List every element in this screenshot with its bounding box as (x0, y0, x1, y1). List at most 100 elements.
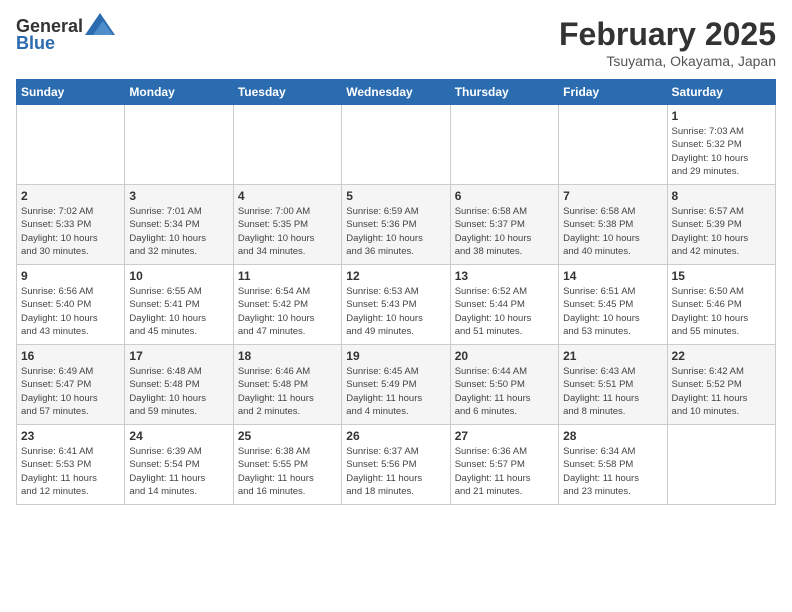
day-info: Sunrise: 6:55 AM Sunset: 5:41 PM Dayligh… (129, 285, 228, 338)
day-info: Sunrise: 6:58 AM Sunset: 5:38 PM Dayligh… (563, 205, 662, 258)
day-number: 25 (238, 429, 337, 443)
calendar-cell: 18 Sunrise: 6:46 AM Sunset: 5:48 PM Dayli… (233, 345, 341, 425)
day-number: 12 (346, 269, 445, 283)
calendar-cell: 1Sunrise: 7:03 AM Sunset: 5:32 PM Daylig… (667, 105, 775, 185)
calendar-cell: 6 Sunrise: 6:58 AM Sunset: 5:37 PM Daylig… (450, 185, 558, 265)
day-number: 8 (672, 189, 771, 203)
calendar-cell (17, 105, 125, 185)
day-number: 19 (346, 349, 445, 363)
calendar-cell: 24 Sunrise: 6:39 AM Sunset: 5:54 PM Dayli… (125, 425, 233, 505)
calendar-cell: 23 Sunrise: 6:41 AM Sunset: 5:53 PM Dayli… (17, 425, 125, 505)
day-number: 21 (563, 349, 662, 363)
day-info: Sunrise: 6:46 AM Sunset: 5:48 PM Dayligh… (238, 365, 337, 418)
day-number: 17 (129, 349, 228, 363)
day-number: 15 (672, 269, 771, 283)
day-info: Sunrise: 6:44 AM Sunset: 5:50 PM Dayligh… (455, 365, 554, 418)
weekday-header-saturday: Saturday (667, 80, 775, 105)
weekday-header-thursday: Thursday (450, 80, 558, 105)
day-number: 24 (129, 429, 228, 443)
day-info: Sunrise: 7:03 AM Sunset: 5:32 PM Dayligh… (672, 125, 771, 178)
weekday-header-monday: Monday (125, 80, 233, 105)
calendar-cell: 5Sunrise: 6:59 AM Sunset: 5:36 PM Daylig… (342, 185, 450, 265)
day-number: 26 (346, 429, 445, 443)
calendar-week-row: 23 Sunrise: 6:41 AM Sunset: 5:53 PM Dayli… (17, 425, 776, 505)
logo: General Blue (16, 16, 115, 54)
calendar-week-row: 9 Sunrise: 6:56 AM Sunset: 5:40 PM Daylig… (17, 265, 776, 345)
day-number: 23 (21, 429, 120, 443)
calendar-cell: 28 Sunrise: 6:34 AM Sunset: 5:58 PM Dayli… (559, 425, 667, 505)
day-info: Sunrise: 6:56 AM Sunset: 5:40 PM Dayligh… (21, 285, 120, 338)
day-info: Sunrise: 6:39 AM Sunset: 5:54 PM Dayligh… (129, 445, 228, 498)
day-number: 4 (238, 189, 337, 203)
location-title: Tsuyama, Okayama, Japan (559, 53, 776, 69)
header: General Blue February 2025 Tsuyama, Okay… (16, 16, 776, 69)
calendar-cell: 7 Sunrise: 6:58 AM Sunset: 5:38 PM Daylig… (559, 185, 667, 265)
calendar-cell (125, 105, 233, 185)
calendar-cell: 2 Sunrise: 7:02 AM Sunset: 5:33 PM Daylig… (17, 185, 125, 265)
weekday-header-friday: Friday (559, 80, 667, 105)
day-info: Sunrise: 6:52 AM Sunset: 5:44 PM Dayligh… (455, 285, 554, 338)
day-number: 11 (238, 269, 337, 283)
day-info: Sunrise: 6:36 AM Sunset: 5:57 PM Dayligh… (455, 445, 554, 498)
calendar-table: SundayMondayTuesdayWednesdayThursdayFrid… (16, 79, 776, 505)
calendar-cell: 21 Sunrise: 6:43 AM Sunset: 5:51 PM Dayli… (559, 345, 667, 425)
day-info: Sunrise: 6:45 AM Sunset: 5:49 PM Dayligh… (346, 365, 445, 418)
day-info: Sunrise: 6:42 AM Sunset: 5:52 PM Dayligh… (672, 365, 771, 418)
calendar-cell (559, 105, 667, 185)
day-info: Sunrise: 6:41 AM Sunset: 5:53 PM Dayligh… (21, 445, 120, 498)
calendar-cell: 27 Sunrise: 6:36 AM Sunset: 5:57 PM Dayli… (450, 425, 558, 505)
day-number: 14 (563, 269, 662, 283)
day-number: 6 (455, 189, 554, 203)
day-info: Sunrise: 6:50 AM Sunset: 5:46 PM Dayligh… (672, 285, 771, 338)
day-number: 7 (563, 189, 662, 203)
logo-text-blue: Blue (16, 33, 55, 54)
day-number: 9 (21, 269, 120, 283)
calendar-cell: 15 Sunrise: 6:50 AM Sunset: 5:46 PM Dayli… (667, 265, 775, 345)
calendar-cell (450, 105, 558, 185)
day-info: Sunrise: 6:37 AM Sunset: 5:56 PM Dayligh… (346, 445, 445, 498)
day-number: 27 (455, 429, 554, 443)
calendar-cell: 4 Sunrise: 7:00 AM Sunset: 5:35 PM Daylig… (233, 185, 341, 265)
calendar-cell (342, 105, 450, 185)
calendar-cell: 19 Sunrise: 6:45 AM Sunset: 5:49 PM Dayli… (342, 345, 450, 425)
day-number: 18 (238, 349, 337, 363)
calendar-cell: 11 Sunrise: 6:54 AM Sunset: 5:42 PM Dayli… (233, 265, 341, 345)
day-number: 2 (21, 189, 120, 203)
weekday-header-sunday: Sunday (17, 80, 125, 105)
day-info: Sunrise: 6:34 AM Sunset: 5:58 PM Dayligh… (563, 445, 662, 498)
calendar-week-row: 2 Sunrise: 7:02 AM Sunset: 5:33 PM Daylig… (17, 185, 776, 265)
day-info: Sunrise: 6:43 AM Sunset: 5:51 PM Dayligh… (563, 365, 662, 418)
weekday-header-tuesday: Tuesday (233, 80, 341, 105)
month-title: February 2025 (559, 16, 776, 53)
day-number: 13 (455, 269, 554, 283)
day-number: 5 (346, 189, 445, 203)
calendar-cell: 20 Sunrise: 6:44 AM Sunset: 5:50 PM Dayli… (450, 345, 558, 425)
day-info: Sunrise: 6:38 AM Sunset: 5:55 PM Dayligh… (238, 445, 337, 498)
day-info: Sunrise: 7:02 AM Sunset: 5:33 PM Dayligh… (21, 205, 120, 258)
day-info: Sunrise: 6:51 AM Sunset: 5:45 PM Dayligh… (563, 285, 662, 338)
calendar-cell: 10 Sunrise: 6:55 AM Sunset: 5:41 PM Dayli… (125, 265, 233, 345)
day-number: 10 (129, 269, 228, 283)
logo-icon (85, 13, 115, 35)
calendar-cell (233, 105, 341, 185)
day-number: 28 (563, 429, 662, 443)
calendar-cell: 3Sunrise: 7:01 AM Sunset: 5:34 PM Daylig… (125, 185, 233, 265)
calendar-week-row: 16Sunrise: 6:49 AM Sunset: 5:47 PM Dayli… (17, 345, 776, 425)
calendar-cell: 12 Sunrise: 6:53 AM Sunset: 5:43 PM Dayli… (342, 265, 450, 345)
day-info: Sunrise: 6:53 AM Sunset: 5:43 PM Dayligh… (346, 285, 445, 338)
calendar-cell (667, 425, 775, 505)
weekday-header-wednesday: Wednesday (342, 80, 450, 105)
title-area: February 2025 Tsuyama, Okayama, Japan (559, 16, 776, 69)
day-info: Sunrise: 6:48 AM Sunset: 5:48 PM Dayligh… (129, 365, 228, 418)
day-info: Sunrise: 6:58 AM Sunset: 5:37 PM Dayligh… (455, 205, 554, 258)
day-info: Sunrise: 7:00 AM Sunset: 5:35 PM Dayligh… (238, 205, 337, 258)
day-number: 20 (455, 349, 554, 363)
day-info: Sunrise: 6:57 AM Sunset: 5:39 PM Dayligh… (672, 205, 771, 258)
calendar-cell: 26 Sunrise: 6:37 AM Sunset: 5:56 PM Dayli… (342, 425, 450, 505)
calendar-cell: 14 Sunrise: 6:51 AM Sunset: 5:45 PM Dayli… (559, 265, 667, 345)
day-info: Sunrise: 6:54 AM Sunset: 5:42 PM Dayligh… (238, 285, 337, 338)
calendar-cell: 13 Sunrise: 6:52 AM Sunset: 5:44 PM Dayli… (450, 265, 558, 345)
day-info: Sunrise: 7:01 AM Sunset: 5:34 PM Dayligh… (129, 205, 228, 258)
weekday-header-row: SundayMondayTuesdayWednesdayThursdayFrid… (17, 80, 776, 105)
calendar-week-row: 1Sunrise: 7:03 AM Sunset: 5:32 PM Daylig… (17, 105, 776, 185)
